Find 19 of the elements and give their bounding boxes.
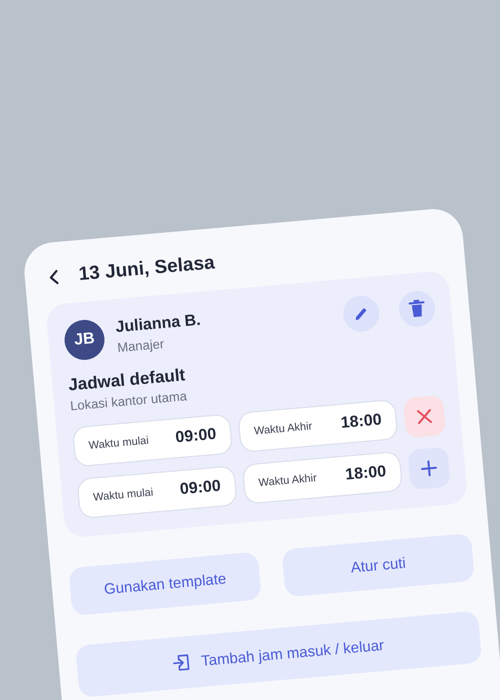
action-button[interactable]: Atur cuti — [282, 532, 475, 598]
start-time-field[interactable]: Waktu mulai 09:00 — [76, 465, 238, 519]
employee-name: Julianna B. — [114, 312, 202, 338]
end-time-field[interactable]: Waktu Akhir 18:00 — [242, 450, 403, 504]
avatar: JB — [62, 318, 106, 362]
page-title: 13 Juni, Selasa — [78, 252, 216, 286]
schedule-title: Jadwal default — [68, 364, 186, 394]
remove-button[interactable] — [402, 394, 446, 438]
door-icon — [172, 652, 192, 672]
trash-icon — [408, 299, 426, 318]
action-button[interactable]: Gunakan template — [68, 552, 262, 616]
add-button[interactable] — [407, 446, 451, 490]
employee-role: Manajer — [116, 335, 166, 356]
close-icon — [414, 406, 434, 426]
back-icon — [48, 268, 60, 286]
start-time-field[interactable]: Waktu mulai 09:00 — [72, 414, 233, 468]
clock-in-out-button[interactable]: Tambah jam masuk / keluar — [75, 610, 482, 698]
plus-icon — [419, 458, 439, 478]
end-time-field[interactable]: Waktu Akhir 18:00 — [237, 399, 398, 453]
